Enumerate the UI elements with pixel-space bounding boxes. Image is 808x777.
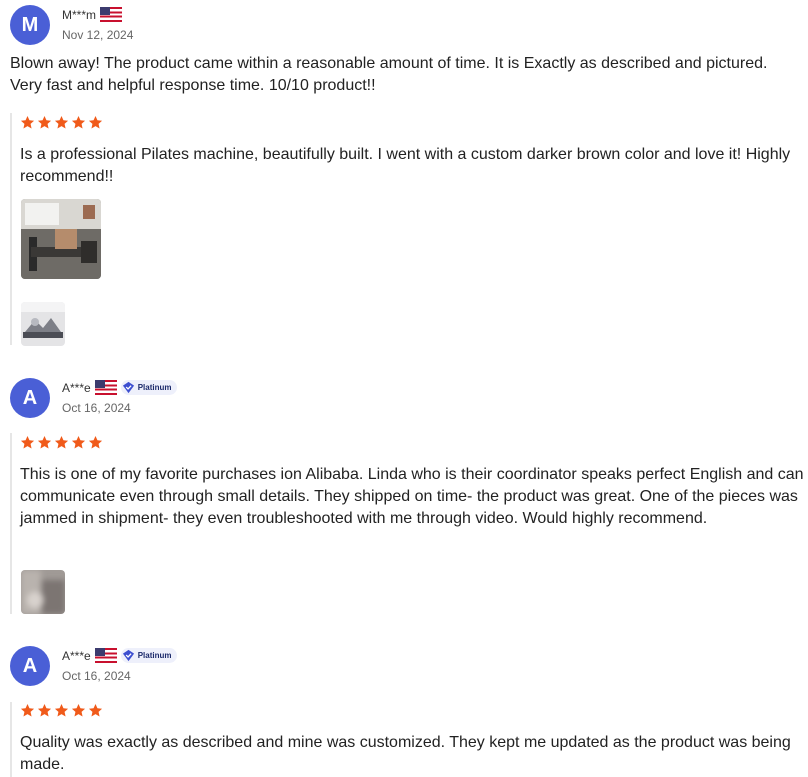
review-body (10, 702, 12, 777)
review-text: Quality was exactly as described and min… (20, 734, 791, 773)
star-icon (20, 703, 35, 717)
pilates-detail-photo (21, 302, 65, 346)
reviewer-name: A***e Platinum (62, 380, 178, 395)
review-date: Oct 16, 2024 (62, 401, 131, 415)
star-icon (37, 115, 52, 129)
blurred-photo (21, 570, 65, 614)
review-text: This is one of my favorite purchases ion… (20, 466, 804, 527)
diamond-check-icon (122, 649, 134, 662)
review-body (10, 433, 12, 614)
review-date: Oct 16, 2024 (62, 669, 131, 683)
review-text: Blown away! The product came within a re… (10, 55, 768, 94)
pilates-machine-photo (21, 199, 101, 279)
star-icon (54, 435, 69, 449)
star-rating (20, 435, 103, 450)
review-photo-thumbnail[interactable] (21, 302, 65, 346)
star-icon (71, 435, 86, 449)
platinum-badge: Platinum (120, 380, 178, 395)
star-icon (20, 435, 35, 449)
us-flag-icon (94, 380, 117, 395)
review-date: Nov 12, 2024 (62, 28, 134, 42)
star-icon (20, 115, 35, 129)
avatar[interactable]: A (10, 378, 50, 418)
star-icon (71, 115, 86, 129)
star-icon (71, 703, 86, 717)
us-flag-icon (100, 7, 123, 22)
diamond-check-icon (122, 381, 134, 394)
avatar[interactable]: A (10, 646, 50, 686)
star-icon (88, 703, 103, 717)
reviewer-name: A***e Platinum (62, 648, 178, 663)
followup-text: Is a professional Pilates machine, beaut… (20, 146, 791, 185)
star-icon (37, 703, 52, 717)
star-rating (20, 703, 103, 718)
star-icon (37, 435, 52, 449)
reviewer-name: M***m (62, 7, 123, 22)
review-photo-thumbnail[interactable] (21, 199, 101, 279)
star-icon (54, 703, 69, 717)
star-icon (88, 115, 103, 129)
star-icon (54, 115, 69, 129)
star-icon (88, 435, 103, 449)
platinum-badge: Platinum (120, 648, 178, 663)
followup-review (10, 113, 12, 345)
avatar[interactable]: M (10, 5, 50, 45)
star-rating (20, 115, 103, 130)
us-flag-icon (94, 648, 117, 663)
review-photo-thumbnail[interactable] (21, 570, 65, 614)
